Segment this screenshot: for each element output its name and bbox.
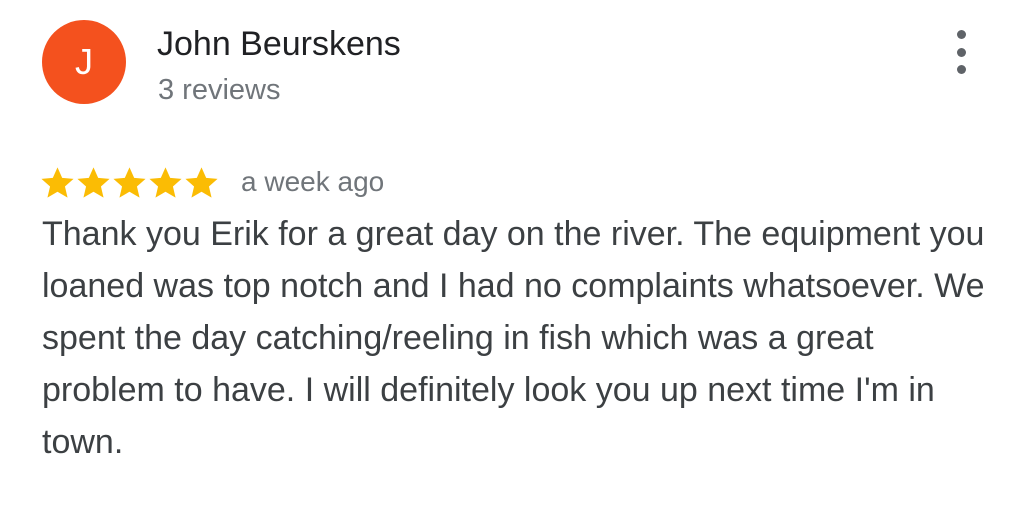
more-options-icon[interactable] <box>946 30 976 74</box>
review-count[interactable]: 3 reviews <box>158 72 281 108</box>
review-date: a week ago <box>241 166 385 197</box>
review-text: Thank you Erik for a great day on the ri… <box>42 215 985 461</box>
rating-row: a week ago <box>40 160 384 204</box>
reviewer-name[interactable]: John Beurskens <box>157 22 401 66</box>
menu-dot <box>956 30 966 39</box>
menu-dot <box>956 65 966 74</box>
avatar[interactable]: J <box>42 20 126 104</box>
menu-dot <box>956 47 966 57</box>
star-icon <box>113 166 146 198</box>
star-icon <box>41 166 74 198</box>
star-icon <box>77 166 110 198</box>
star-icon <box>185 166 218 198</box>
star-rating <box>40 165 219 200</box>
star-icon <box>149 166 182 198</box>
